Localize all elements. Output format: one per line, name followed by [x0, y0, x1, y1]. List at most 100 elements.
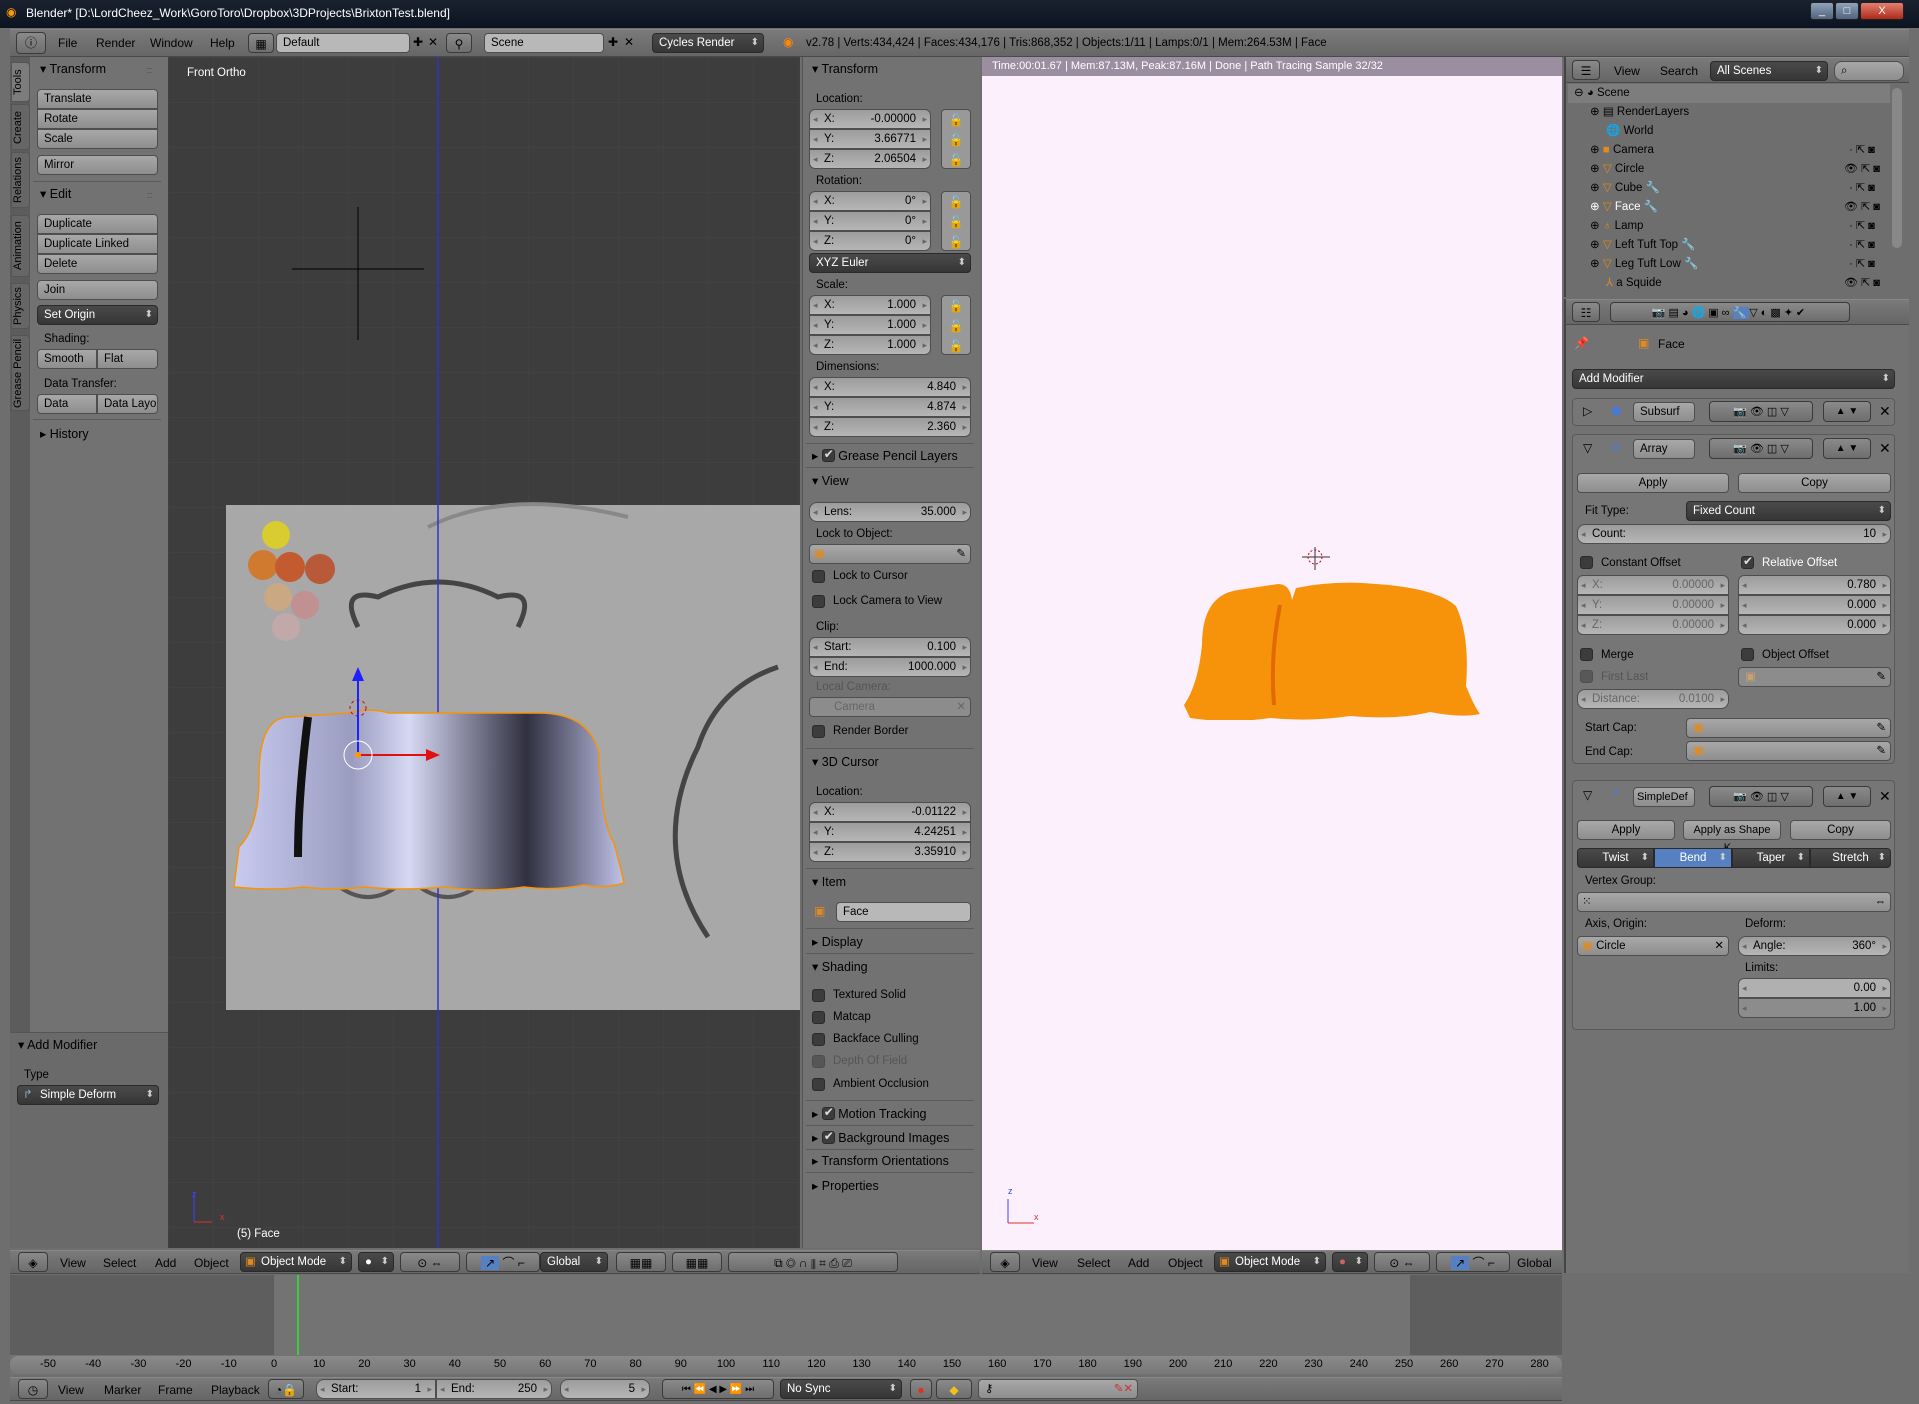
view-menu[interactable]: View: [1032, 1256, 1058, 1270]
modifier-type-dropdown[interactable]: ↱ Simple Deform: [17, 1085, 159, 1105]
tab-relations[interactable]: Relations: [11, 152, 30, 208]
transform-orientation-dropdown[interactable]: Global: [1517, 1256, 1552, 1270]
rotation-y-field[interactable]: Y:0°: [809, 211, 931, 231]
location-z-field[interactable]: Z:2.06504: [809, 149, 931, 169]
scale-x-field[interactable]: X:1.000: [809, 295, 931, 315]
mode-twist-button[interactable]: Twist: [1577, 848, 1654, 868]
rotation-x-field[interactable]: X:0°: [809, 191, 931, 211]
constant-y-field[interactable]: Y:0.00000: [1577, 595, 1729, 615]
render-border-checkbox[interactable]: [812, 725, 825, 738]
outliner-search-menu[interactable]: Search: [1660, 64, 1698, 78]
grease-pencil-header[interactable]: ▸ Grease Pencil Layers: [812, 447, 958, 463]
motion-tracking-checkbox[interactable]: [821, 1105, 835, 1120]
scene-field[interactable]: Scene: [484, 33, 604, 53]
lock-to-cursor-checkbox[interactable]: [812, 570, 825, 583]
limit-upper-slider[interactable]: 1.00: [1738, 998, 1891, 1018]
expand-icon[interactable]: ▷: [1583, 404, 1592, 418]
pivot-point-icon[interactable]: ⊙ ⇔: [1374, 1252, 1430, 1272]
mesh-face[interactable]: [233, 709, 625, 891]
translate-button[interactable]: Translate: [37, 89, 158, 109]
properties-subpanel-header[interactable]: ▸ Properties: [812, 1178, 879, 1193]
outliner-restrict-columns[interactable]: · ⇱ ◙ 👁 ⇱ ◙ · ⇱ ◙ 👁 ⇱ ◙ · ⇱ ◙ · ⇱ ◙ · ⇱ ◙ 👁 ⇱ ◙: [1832, 141, 1892, 293]
duplicate-button[interactable]: Duplicate: [37, 214, 158, 234]
relative-offset-checkbox[interactable]: [1741, 554, 1754, 569]
end-cap-field[interactable]: ▣ ✎: [1686, 741, 1891, 761]
relative-z-field[interactable]: 0.000: [1738, 615, 1891, 635]
delete-button[interactable]: Delete: [37, 254, 158, 274]
modifier-visibility-icons[interactable]: 📷 👁 ◫ ▽: [1709, 438, 1813, 459]
mode-stretch-button[interactable]: Stretch: [1810, 848, 1891, 868]
3d-cursor-header[interactable]: ▾ 3D Cursor: [812, 754, 879, 769]
add-menu[interactable]: Add: [1128, 1256, 1149, 1270]
tab-create[interactable]: Create: [11, 104, 30, 150]
layers-grid-2[interactable]: ▦▦: [672, 1252, 722, 1272]
tab-physics[interactable]: Physics: [11, 283, 30, 329]
timeline-frame-menu[interactable]: Frame: [158, 1383, 193, 1397]
subsurf-name-field[interactable]: Subsurf: [1633, 402, 1695, 422]
add-scene-icon[interactable]: ✚: [608, 35, 618, 49]
scene-icon[interactable]: ⚲: [446, 33, 472, 53]
mode-dropdown[interactable]: ▣ Object Mode: [1214, 1252, 1326, 1272]
3d-viewport[interactable]: [168, 57, 800, 1248]
lock-object-field[interactable]: ▣ ✎: [809, 544, 971, 564]
count-field[interactable]: Count:10: [1577, 524, 1891, 544]
matcap-checkbox[interactable]: [812, 1011, 825, 1024]
select-menu[interactable]: Select: [1077, 1256, 1110, 1270]
object-menu[interactable]: Object: [194, 1256, 229, 1270]
timeline-scrubber[interactable]: -50 -40 -30 -20 -10 0 10 20 30 40 50 60 70 80 90 100 110…: [10, 1356, 1562, 1374]
simpledef-name-field[interactable]: SimpleDef: [1633, 787, 1695, 807]
fit-type-dropdown[interactable]: Fixed Count: [1686, 501, 1891, 521]
scale-z-field[interactable]: Z:1.000: [809, 335, 931, 355]
clear-icon[interactable]: ✕: [1714, 937, 1724, 955]
panel-grip-icon[interactable]: ::::: [146, 190, 153, 200]
object-menu[interactable]: Object: [1168, 1256, 1203, 1270]
backface-culling-checkbox[interactable]: [812, 1033, 825, 1046]
location-lock-icons[interactable]: 🔓 🔓 🔓: [941, 109, 971, 169]
snap-and-render-icons[interactable]: ⧉ ◎ ∩ ⦀ ⌗ ⎙ ⎚: [728, 1252, 898, 1272]
keying-icon[interactable]: ◆: [936, 1379, 972, 1399]
select-menu[interactable]: Select: [103, 1256, 136, 1270]
timeline-playback-menu[interactable]: Playback: [211, 1383, 260, 1397]
scale-button[interactable]: Scale: [37, 129, 158, 149]
add-modifier-dropdown[interactable]: Add Modifier: [1572, 369, 1895, 389]
invert-icon[interactable]: ⇔: [1875, 893, 1887, 911]
manipulator-icons[interactable]: ↗ ⌒ ⌐: [1436, 1252, 1510, 1272]
vertex-group-field[interactable]: ⁙ ⇔: [1577, 892, 1891, 912]
menu-file[interactable]: File: [58, 30, 77, 56]
pin-icon[interactable]: 📌: [1574, 336, 1589, 350]
render-engine-dropdown[interactable]: Cycles Render: [652, 33, 764, 53]
maximize-button[interactable]: □: [1835, 2, 1859, 20]
data-transfer-button[interactable]: Data: [37, 394, 97, 414]
outliner-view-menu[interactable]: View: [1614, 64, 1640, 78]
current-frame-indicator[interactable]: [296, 1275, 299, 1355]
constant-z-field[interactable]: Z:0.00000: [1577, 615, 1729, 635]
start-frame-field[interactable]: Start:1: [316, 1379, 436, 1399]
rotate-button[interactable]: Rotate: [37, 109, 158, 129]
shading-panel-header[interactable]: ▾ Shading: [812, 959, 868, 974]
array-copy-button[interactable]: Copy: [1738, 473, 1891, 493]
remove-modifier-icon[interactable]: ✕: [1879, 403, 1891, 420]
apply-as-shape-button[interactable]: Apply as Shape K...: [1683, 820, 1781, 854]
object-offset-checkbox[interactable]: [1741, 648, 1754, 661]
add-menu[interactable]: Add: [155, 1256, 176, 1270]
remove-layout-icon[interactable]: ✕: [428, 35, 438, 49]
eyedropper-icon[interactable]: ✎: [956, 545, 966, 563]
playback-controls[interactable]: ⏮ ⏪ ◀ ▶ ⏩ ⏭: [662, 1379, 774, 1399]
depth-of-field-checkbox[interactable]: [812, 1055, 825, 1068]
tab-tools[interactable]: Tools: [11, 62, 30, 102]
screen-layout-field[interactable]: Default: [276, 33, 410, 53]
rotation-z-field[interactable]: Z:0°: [809, 231, 931, 251]
array-name-field[interactable]: Array: [1633, 439, 1695, 459]
editor-type-3d-icon[interactable]: ◈: [990, 1252, 1020, 1272]
relative-x-field[interactable]: 0.780: [1738, 575, 1891, 595]
angle-field[interactable]: Angle:360°: [1738, 936, 1891, 956]
collapse-icon[interactable]: ▽: [1583, 441, 1592, 455]
timeline-marker-menu[interactable]: Marker: [104, 1383, 141, 1397]
item-panel-header[interactable]: ▾ Item: [812, 874, 846, 889]
move-up-down-icons[interactable]: ▲ ▼: [1823, 786, 1871, 807]
clear-keyingset-icon[interactable]: ✎✕: [1114, 1380, 1133, 1398]
smooth-button[interactable]: Smooth: [37, 349, 97, 369]
remove-modifier-icon[interactable]: ✕: [1879, 788, 1891, 805]
local-camera-field[interactable]: Camera ✕: [809, 697, 971, 717]
first-last-checkbox[interactable]: [1580, 670, 1593, 683]
